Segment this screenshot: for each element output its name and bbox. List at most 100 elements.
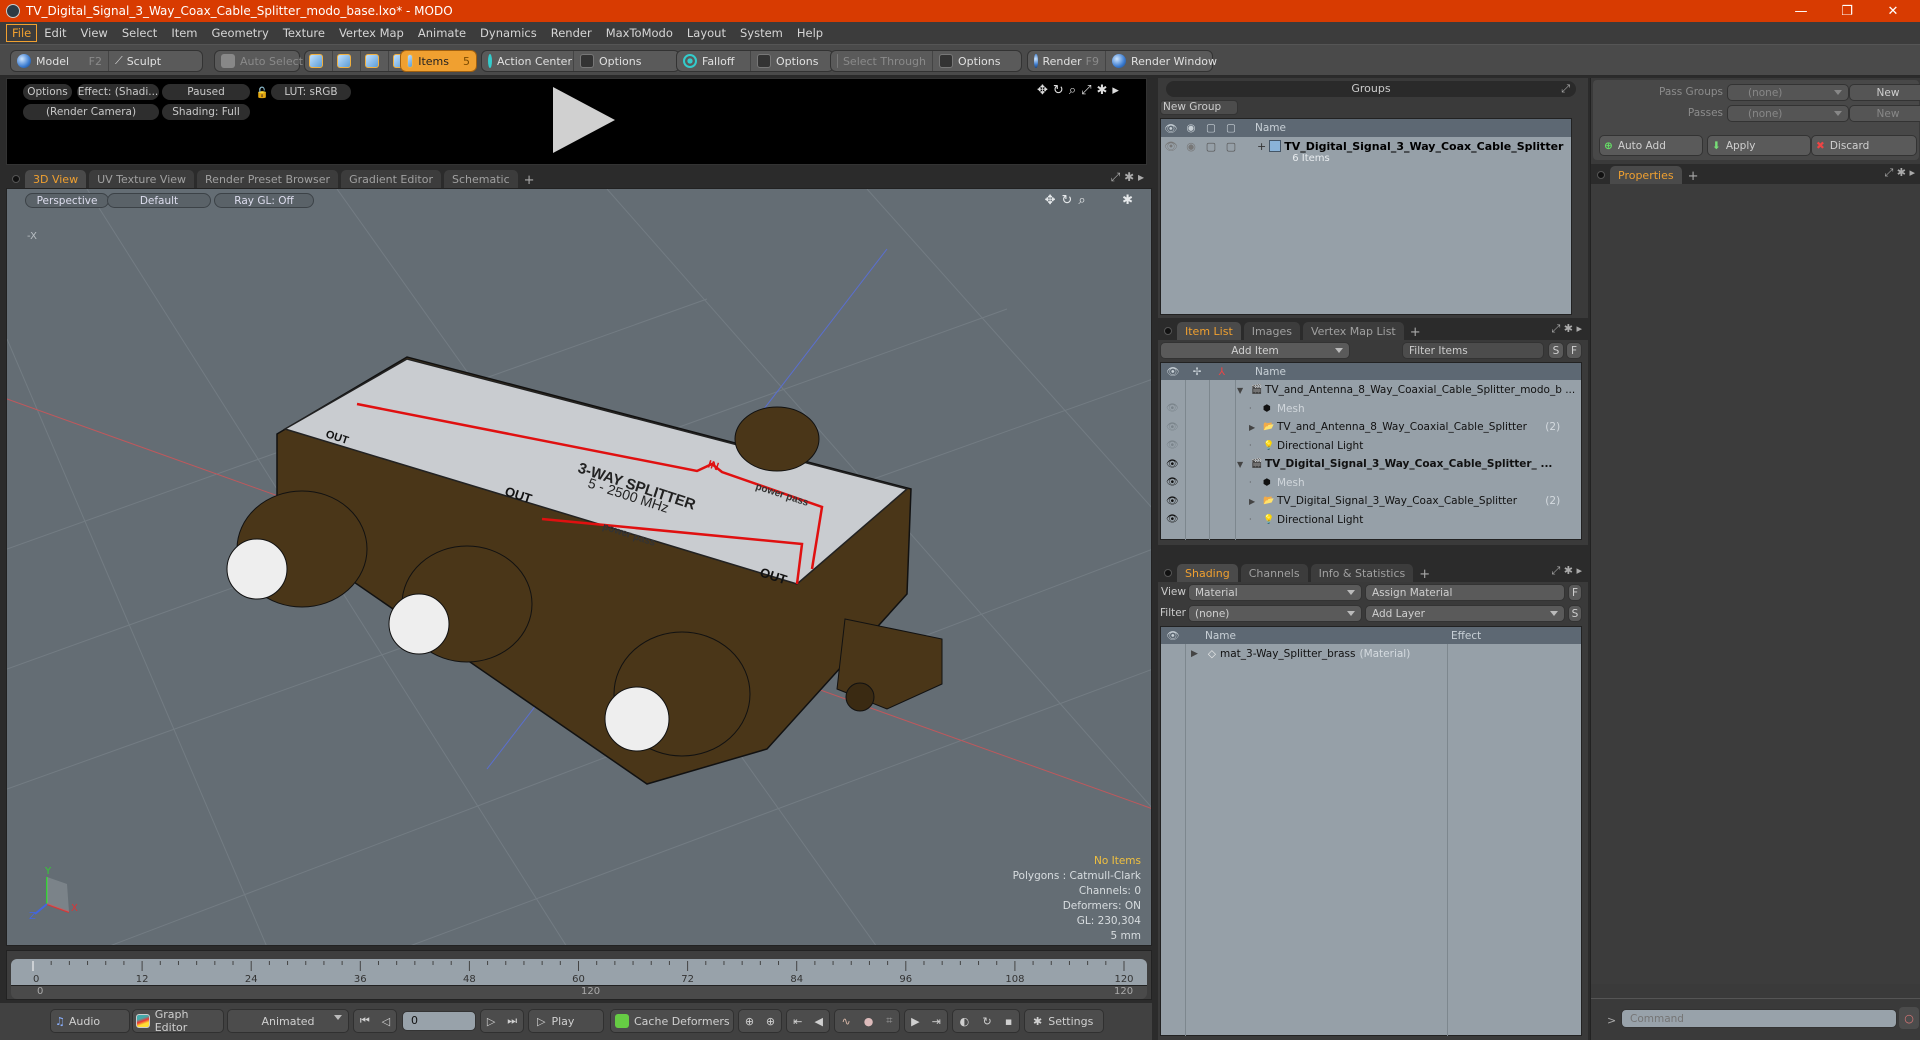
audio-button[interactable]: ♫ Audio bbox=[50, 1009, 130, 1033]
arrow-right-icon[interactable]: ▸ bbox=[1576, 564, 1582, 577]
tab-gradient-editor[interactable]: Gradient Editor bbox=[341, 170, 441, 188]
falloff-button[interactable]: Falloff bbox=[677, 51, 751, 71]
menu-vertex-map[interactable]: Vertex Map bbox=[332, 24, 411, 42]
key-up-icon[interactable]: ⊕ bbox=[745, 1015, 754, 1028]
tab-uv-texture-view[interactable]: UV Texture View bbox=[89, 170, 195, 188]
visibility-column-icon[interactable]: 👁 bbox=[1161, 629, 1185, 642]
menu-file[interactable]: File bbox=[6, 24, 38, 42]
command-history-button[interactable]: ○ bbox=[1899, 1007, 1919, 1029]
expand-arrow-icon[interactable]: ▶ bbox=[1191, 649, 1198, 659]
minimize-button[interactable]: — bbox=[1778, 0, 1824, 22]
maximize-icon[interactable]: ⤢ bbox=[1884, 166, 1893, 179]
menu-system[interactable]: System bbox=[733, 24, 790, 42]
select-column-icon[interactable]: ▢ bbox=[1221, 122, 1241, 134]
key-loop-icon[interactable]: ↻ bbox=[982, 1015, 991, 1028]
key-down-icon[interactable]: ⊕ bbox=[766, 1015, 775, 1028]
settings-button[interactable]: ✱ Settings bbox=[1024, 1009, 1104, 1033]
key-camera-icon[interactable]: ◐ bbox=[960, 1015, 970, 1028]
new-pass-button[interactable]: New bbox=[1849, 105, 1920, 122]
timeline-range-bar[interactable]: 0 120 120 bbox=[11, 985, 1147, 999]
maximize-icon[interactable]: ⤢ bbox=[1111, 170, 1121, 184]
3d-viewport[interactable]: 3-WAY SPLITTER 5 - 2500 MHz IN OUT OUT O… bbox=[6, 188, 1152, 946]
vertices-mode-button[interactable] bbox=[305, 51, 333, 71]
command-input[interactable] bbox=[1621, 1009, 1897, 1028]
tab-schematic[interactable]: Schematic bbox=[444, 170, 518, 188]
prev-key-icon[interactable]: ◀ bbox=[814, 1015, 822, 1028]
model-mode-button[interactable]: Model F2 bbox=[11, 51, 109, 71]
move-icon[interactable]: ✥ bbox=[1045, 193, 1062, 208]
menu-geometry[interactable]: Geometry bbox=[205, 24, 276, 42]
transform-column-icon[interactable]: ⅄ bbox=[1209, 366, 1235, 378]
new-pass-group-button[interactable]: New bbox=[1849, 84, 1920, 101]
auto-key-icon[interactable]: ∿ bbox=[841, 1015, 850, 1028]
shading-dropdown[interactable]: Shading: Full bbox=[162, 104, 250, 120]
lock-toggle-icon[interactable]: ▢ bbox=[1201, 140, 1221, 153]
expand-icon[interactable]: + bbox=[1257, 140, 1266, 153]
tab-shading[interactable]: Shading bbox=[1177, 564, 1238, 582]
zoom-icon[interactable]: ⌕ bbox=[1069, 83, 1081, 98]
zoom-icon[interactable]: ⌕ bbox=[1078, 193, 1091, 208]
go-to-start-icon[interactable]: ⏮ bbox=[360, 1014, 370, 1028]
play-preview-icon[interactable] bbox=[553, 87, 615, 153]
shading-s-button[interactable]: S bbox=[1568, 605, 1582, 622]
tab-info-statistics[interactable]: Info & Statistics bbox=[1310, 564, 1414, 582]
lock-column-icon[interactable]: ▢ bbox=[1201, 122, 1221, 134]
filter-f-button[interactable]: F bbox=[1566, 342, 1582, 359]
menu-animate[interactable]: Animate bbox=[411, 24, 473, 42]
visibility-toggle-icon[interactable]: 👁 bbox=[1166, 496, 1179, 507]
arrow-right-icon[interactable]: ▸ bbox=[1138, 170, 1144, 184]
maximize-icon[interactable]: ⤢ bbox=[1561, 81, 1570, 97]
lock-icon[interactable]: 🔓 bbox=[255, 84, 269, 100]
render-toggle-icon[interactable]: ◉ bbox=[1181, 140, 1201, 153]
add-tab-button[interactable]: + bbox=[518, 173, 541, 188]
projection-dropdown[interactable]: Perspective bbox=[25, 193, 109, 208]
first-key-icon[interactable]: ⇤ bbox=[793, 1015, 802, 1028]
visibility-column-icon[interactable]: 👁 bbox=[1161, 365, 1185, 378]
rotate-icon[interactable]: ↻ bbox=[1062, 193, 1079, 208]
action-center-button[interactable]: Action Center bbox=[482, 51, 574, 71]
sculpt-mode-button[interactable]: ⟋ Sculpt bbox=[109, 51, 167, 71]
record-icon[interactable]: ● bbox=[864, 1015, 874, 1028]
select-through-button[interactable]: Select Through bbox=[831, 51, 933, 71]
group-row[interactable]: 👁 ◉ ▢ ▢ + TV_Digital_Signal_3_Way_Coax_C… bbox=[1161, 137, 1571, 167]
item-row[interactable]: 👁 · ⬢ Mesh bbox=[1161, 474, 1581, 492]
add-layer-dropdown[interactable]: Add Layer bbox=[1365, 605, 1565, 622]
polygons-mode-button[interactable] bbox=[361, 51, 389, 71]
arrow-right-icon[interactable]: ▸ bbox=[1909, 166, 1915, 179]
item-row[interactable]: 👁 ▼ 🎬TV_and_Antenna_8_Way_Coaxial_Cable_Sp… bbox=[1161, 381, 1581, 399]
discard-button[interactable]: ✖ Discard bbox=[1811, 135, 1917, 156]
tab-vertex-map-list[interactable]: Vertex Map List bbox=[1302, 322, 1404, 340]
add-tab-button[interactable]: + bbox=[1413, 567, 1436, 582]
pass-groups-dropdown[interactable]: (none) bbox=[1727, 84, 1849, 101]
filter-items-input[interactable]: Filter Items bbox=[1402, 342, 1544, 359]
menu-help[interactable]: Help bbox=[790, 24, 830, 42]
rotate-icon[interactable]: ↻ bbox=[1053, 83, 1069, 98]
filter-s-button[interactable]: S bbox=[1548, 342, 1564, 359]
item-row[interactable]: 👁 · ⬢ Mesh bbox=[1161, 400, 1581, 418]
item-row[interactable]: 👁 ▶ 📂 TV_Digital_Signal_3_Way_Coax_Cable_Sp… bbox=[1161, 492, 1581, 510]
key-filter-icon[interactable]: ⌗ bbox=[886, 1014, 892, 1028]
material-row[interactable]: ▶ ◇ mat_3-Way_Splitter_brass (Material) bbox=[1161, 645, 1581, 663]
effect-dropdown[interactable]: Effect: (Shadi... bbox=[77, 84, 159, 100]
menu-render[interactable]: Render bbox=[544, 24, 599, 42]
timeline[interactable]: 0 12 24 36 48 60 72 84 96 108 120 0 120 120 bbox=[6, 950, 1152, 1000]
maximize-icon[interactable]: ⤢ bbox=[1551, 322, 1560, 335]
graph-editor-button[interactable]: Graph Editor bbox=[132, 1008, 224, 1034]
expand-arrow-icon[interactable]: ▼ bbox=[1237, 460, 1243, 469]
timeline-ruler[interactable]: 0 12 24 36 48 60 72 84 96 108 120 bbox=[11, 959, 1147, 985]
filter-dropdown[interactable]: (none) bbox=[1188, 605, 1362, 622]
falloff-options-button[interactable]: Options bbox=[751, 51, 824, 71]
item-row[interactable]: 👁 ▶ 📂 TV_and_Antenna_8_Way_Coaxial_Cable_Sp… bbox=[1161, 418, 1581, 436]
maximize-icon[interactable]: ⤢ bbox=[1551, 564, 1560, 577]
visibility-toggle-icon[interactable]: 👁 bbox=[1166, 477, 1179, 488]
cache-deformers-button[interactable]: Cache Deformers bbox=[610, 1009, 734, 1033]
visibility-toggle-icon[interactable]: 👁 bbox=[1166, 459, 1179, 470]
close-button[interactable]: ✕ bbox=[1870, 0, 1916, 22]
tab-properties[interactable]: Properties bbox=[1610, 166, 1682, 184]
menu-select[interactable]: Select bbox=[115, 24, 164, 42]
gear-icon[interactable]: ✱ bbox=[1124, 170, 1134, 184]
pause-button[interactable]: Paused bbox=[162, 84, 250, 100]
item-row[interactable]: 👁 · 💡 Directional Light bbox=[1161, 511, 1581, 529]
tab-channels[interactable]: Channels bbox=[1240, 564, 1308, 582]
tab-render-preset-browser[interactable]: Render Preset Browser bbox=[197, 170, 339, 188]
